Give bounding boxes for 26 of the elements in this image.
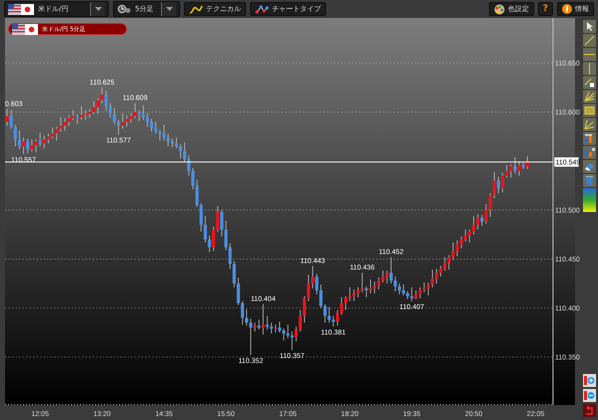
caret-icon [94,7,102,11]
network-icon [255,4,269,14]
dropdown-button[interactable] [90,2,105,16]
line-edit-icon[interactable] [582,76,596,89]
info-icon [562,4,572,14]
gradient-meter-icon[interactable] [582,188,596,212]
return-arrow-icon[interactable] [582,404,596,417]
wave-line-icon [189,4,203,14]
rectangle-icon[interactable] [582,104,596,117]
flags-icon [12,24,38,34]
zoom-in-icon[interactable] [582,374,596,387]
flags-icon [8,4,34,14]
bars-icon[interactable] [582,146,596,159]
help-button[interactable]: ? [538,2,553,16]
cursor-icon[interactable] [582,20,596,33]
fan-lines-icon[interactable] [582,118,596,131]
eraser-icon[interactable] [582,160,596,173]
dropdown-button[interactable] [161,2,176,16]
trash-icon[interactable] [582,174,596,187]
fan-lines-icon[interactable] [582,90,596,103]
palette-icon [494,4,505,14]
bars-icon[interactable] [582,132,596,145]
diagonal-line-icon[interactable] [582,34,596,47]
clock-icon [117,4,131,14]
caret-icon [166,7,172,11]
zoom-out-icon[interactable] [582,389,596,402]
